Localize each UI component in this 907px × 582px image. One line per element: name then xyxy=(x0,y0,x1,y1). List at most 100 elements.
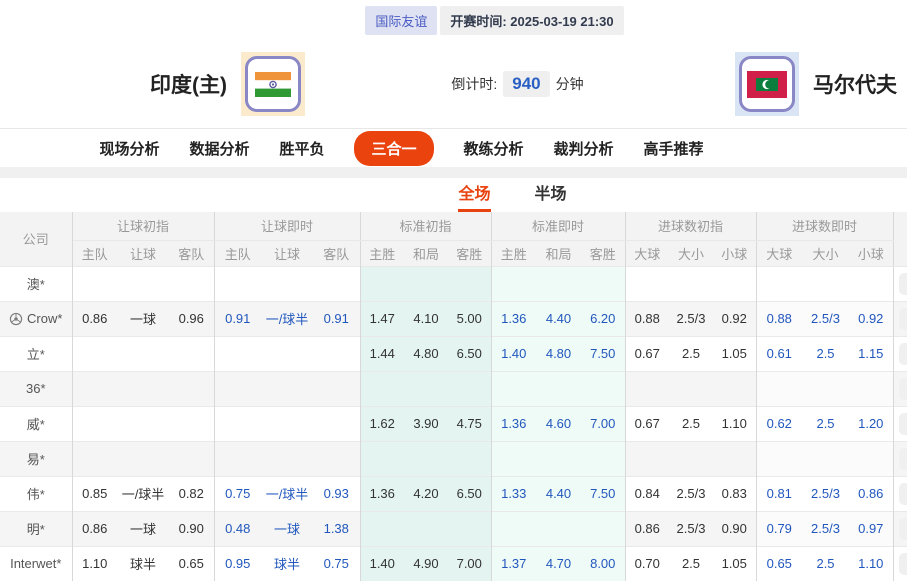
partial-button[interactable] xyxy=(899,483,907,505)
company-cell[interactable]: 威* xyxy=(0,406,72,441)
odds-cell xyxy=(625,441,669,476)
odds-cell xyxy=(117,266,169,301)
league-badge[interactable]: 国际友谊 xyxy=(365,6,437,35)
odds-cell: 球半 xyxy=(117,546,169,581)
odds-cell: 0.91 xyxy=(313,301,360,336)
group-header-0: 让球初指 xyxy=(72,212,214,240)
odds-cell: 0.88 xyxy=(625,301,669,336)
odds-cell xyxy=(756,371,802,406)
odds-cell: 1.36 xyxy=(491,301,536,336)
odds-cell: 一球 xyxy=(117,511,169,546)
sub-header-4-2: 小球 xyxy=(713,240,756,266)
company-name: 伟* xyxy=(27,484,45,503)
odds-cell: 7.00 xyxy=(581,406,625,441)
odds-cell: 2.5/3 xyxy=(802,511,849,546)
odds-cell: 一/球半 xyxy=(117,476,169,511)
nav-tab-6[interactable]: 高手推荐 xyxy=(644,138,704,159)
odds-cell xyxy=(169,441,214,476)
company-cell[interactable]: 伟* xyxy=(0,476,72,511)
odds-cell: 0.75 xyxy=(313,546,360,581)
odds-cell xyxy=(625,371,669,406)
odds-cell xyxy=(756,266,802,301)
odds-cell: 2.5 xyxy=(802,336,849,371)
odds-cell: 0.65 xyxy=(169,546,214,581)
nav-tab-4[interactable]: 教练分析 xyxy=(464,138,524,159)
odds-cell xyxy=(313,371,360,406)
sub-header-0-1: 让球 xyxy=(117,240,169,266)
nav-tab-5[interactable]: 裁判分析 xyxy=(554,138,614,159)
odds-cell xyxy=(849,441,893,476)
nav-tab-0[interactable]: 现场分析 xyxy=(99,138,159,159)
company-cell[interactable]: 明* xyxy=(0,511,72,546)
odds-cell xyxy=(536,511,581,546)
odds-cell xyxy=(313,406,360,441)
odds-cell: 1.36 xyxy=(491,406,536,441)
odds-cell: 2.5/3 xyxy=(802,476,849,511)
nav-tab-2[interactable]: 胜平负 xyxy=(279,138,324,159)
odds-cell: 一/球半 xyxy=(261,476,313,511)
odds-cell: 0.86 xyxy=(72,511,117,546)
partial-button[interactable] xyxy=(899,413,907,435)
odds-cell xyxy=(448,371,491,406)
odds-cell xyxy=(849,371,893,406)
partial-button[interactable] xyxy=(899,273,907,295)
group-header-1: 让球即时 xyxy=(214,212,360,240)
next-column-sliver-cell xyxy=(893,266,907,301)
odds-cell xyxy=(117,441,169,476)
odds-cell: 0.90 xyxy=(713,511,756,546)
company-cell[interactable]: Crow* xyxy=(0,301,72,336)
odds-cell: 0.86 xyxy=(72,301,117,336)
divider-band xyxy=(0,167,907,178)
nav-tabs: 现场分析 数据分析 胜平负 三合一 教练分析 裁判分析 高手推荐 xyxy=(99,131,703,166)
odds-cell xyxy=(360,266,404,301)
odds-cell: 0.93 xyxy=(313,476,360,511)
nav-tab-3[interactable]: 三合一 xyxy=(354,131,433,166)
next-column-sliver-cell xyxy=(893,476,907,511)
sub-tab-1[interactable]: 半场 xyxy=(532,180,570,212)
partial-button[interactable] xyxy=(899,518,907,540)
partial-button[interactable] xyxy=(899,553,907,575)
company-column-header: 公司 xyxy=(0,212,72,266)
odds-cell: 2.5 xyxy=(669,406,713,441)
odds-cell xyxy=(313,441,360,476)
odds-cell: 1.47 xyxy=(360,301,404,336)
odds-cell xyxy=(261,336,313,371)
nav-tab-1[interactable]: 数据分析 xyxy=(189,138,249,159)
sub-tab-0[interactable]: 全场 xyxy=(455,180,493,212)
group-header-2: 标准初指 xyxy=(360,212,491,240)
company-name: Interwet* xyxy=(10,556,61,571)
odds-cell: 4.80 xyxy=(404,336,448,371)
match-header: 印度(主) 倒计时: 940 分钟 xyxy=(0,40,907,128)
odds-cell: 0.92 xyxy=(849,301,893,336)
period-subnav: 全场 半场 xyxy=(0,178,907,212)
odds-cell: 7.50 xyxy=(581,336,625,371)
sub-header-2-2: 客胜 xyxy=(448,240,491,266)
odds-cell: 0.79 xyxy=(756,511,802,546)
odds-cell: 0.82 xyxy=(169,476,214,511)
odds-cell xyxy=(360,371,404,406)
odds-cell: 1.62 xyxy=(360,406,404,441)
odds-cell xyxy=(72,406,117,441)
next-column-sliver-header xyxy=(893,212,907,266)
company-cell[interactable]: 易* xyxy=(0,441,72,476)
company-cell[interactable]: 立* xyxy=(0,336,72,371)
odds-cell: 5.00 xyxy=(448,301,491,336)
company-cell[interactable]: 36* xyxy=(0,371,72,406)
odds-cell xyxy=(536,441,581,476)
company-name: Crow* xyxy=(27,311,62,326)
next-column-sliver-cell xyxy=(893,301,907,336)
odds-cell xyxy=(581,266,625,301)
odds-cell: 4.70 xyxy=(536,546,581,581)
partial-button[interactable] xyxy=(899,343,907,365)
next-column-sliver-cell xyxy=(893,511,907,546)
sub-header-5-2: 小球 xyxy=(849,240,893,266)
table-row: 立*1.444.806.501.404.807.500.672.51.050.6… xyxy=(0,336,907,371)
odds-cell xyxy=(448,441,491,476)
sub-header-4-1: 大小 xyxy=(669,240,713,266)
partial-button[interactable] xyxy=(899,308,907,330)
odds-cell: 0.67 xyxy=(625,336,669,371)
partial-button[interactable] xyxy=(899,448,907,470)
partial-button[interactable] xyxy=(899,378,907,400)
company-cell[interactable]: 澳* xyxy=(0,266,72,301)
company-cell[interactable]: Interwet* xyxy=(0,546,72,581)
